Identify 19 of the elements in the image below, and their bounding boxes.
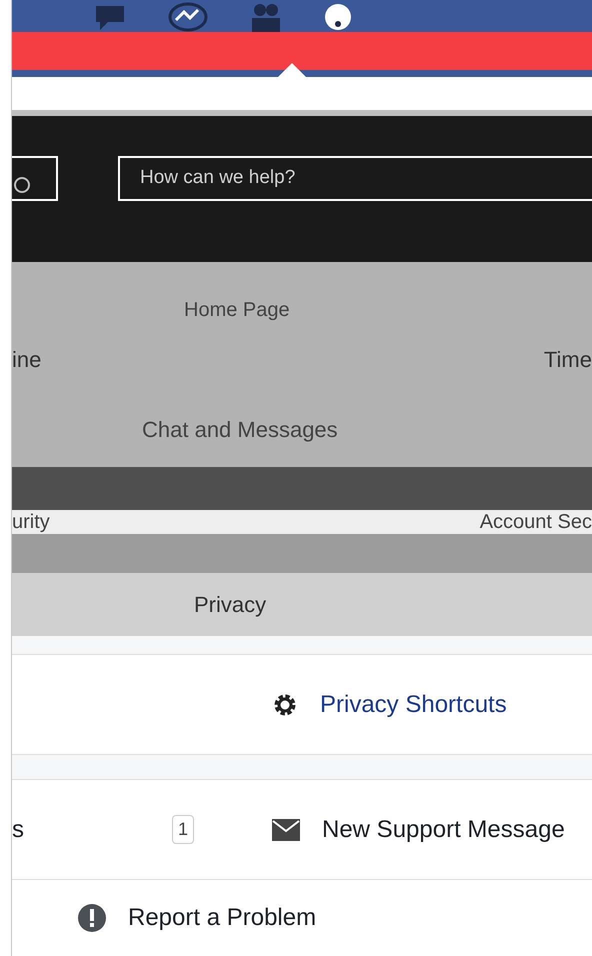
- messenger-icon[interactable]: [168, 2, 208, 32]
- menu-item[interactable]: Account Sec: [480, 507, 592, 538]
- gear-icon: [272, 692, 298, 718]
- pointer-icon: [278, 63, 306, 78]
- menu-item[interactable]: urity: [12, 507, 50, 538]
- menu-item[interactable]: s: [12, 812, 24, 848]
- help-icon[interactable]: [322, 2, 354, 32]
- menu-item[interactable]: Privacy: [194, 588, 266, 621]
- menu-item[interactable]: Home Page: [184, 295, 290, 326]
- search-field[interactable]: How can we help?: [118, 156, 592, 201]
- menu-item[interactable]: ine: [12, 343, 42, 376]
- envelope-icon: [272, 818, 300, 840]
- count-badge: 1: [172, 815, 194, 844]
- exclamation-icon: [78, 904, 106, 932]
- menu-item[interactable]: Time: [544, 343, 592, 376]
- help-link[interactable]: Report a Problem: [128, 900, 316, 936]
- menu-item[interactable]: Chat and Messages: [142, 413, 338, 446]
- help-link[interactable]: New Support Message: [322, 812, 565, 848]
- help-link[interactable]: Privacy Shortcuts: [320, 686, 507, 722]
